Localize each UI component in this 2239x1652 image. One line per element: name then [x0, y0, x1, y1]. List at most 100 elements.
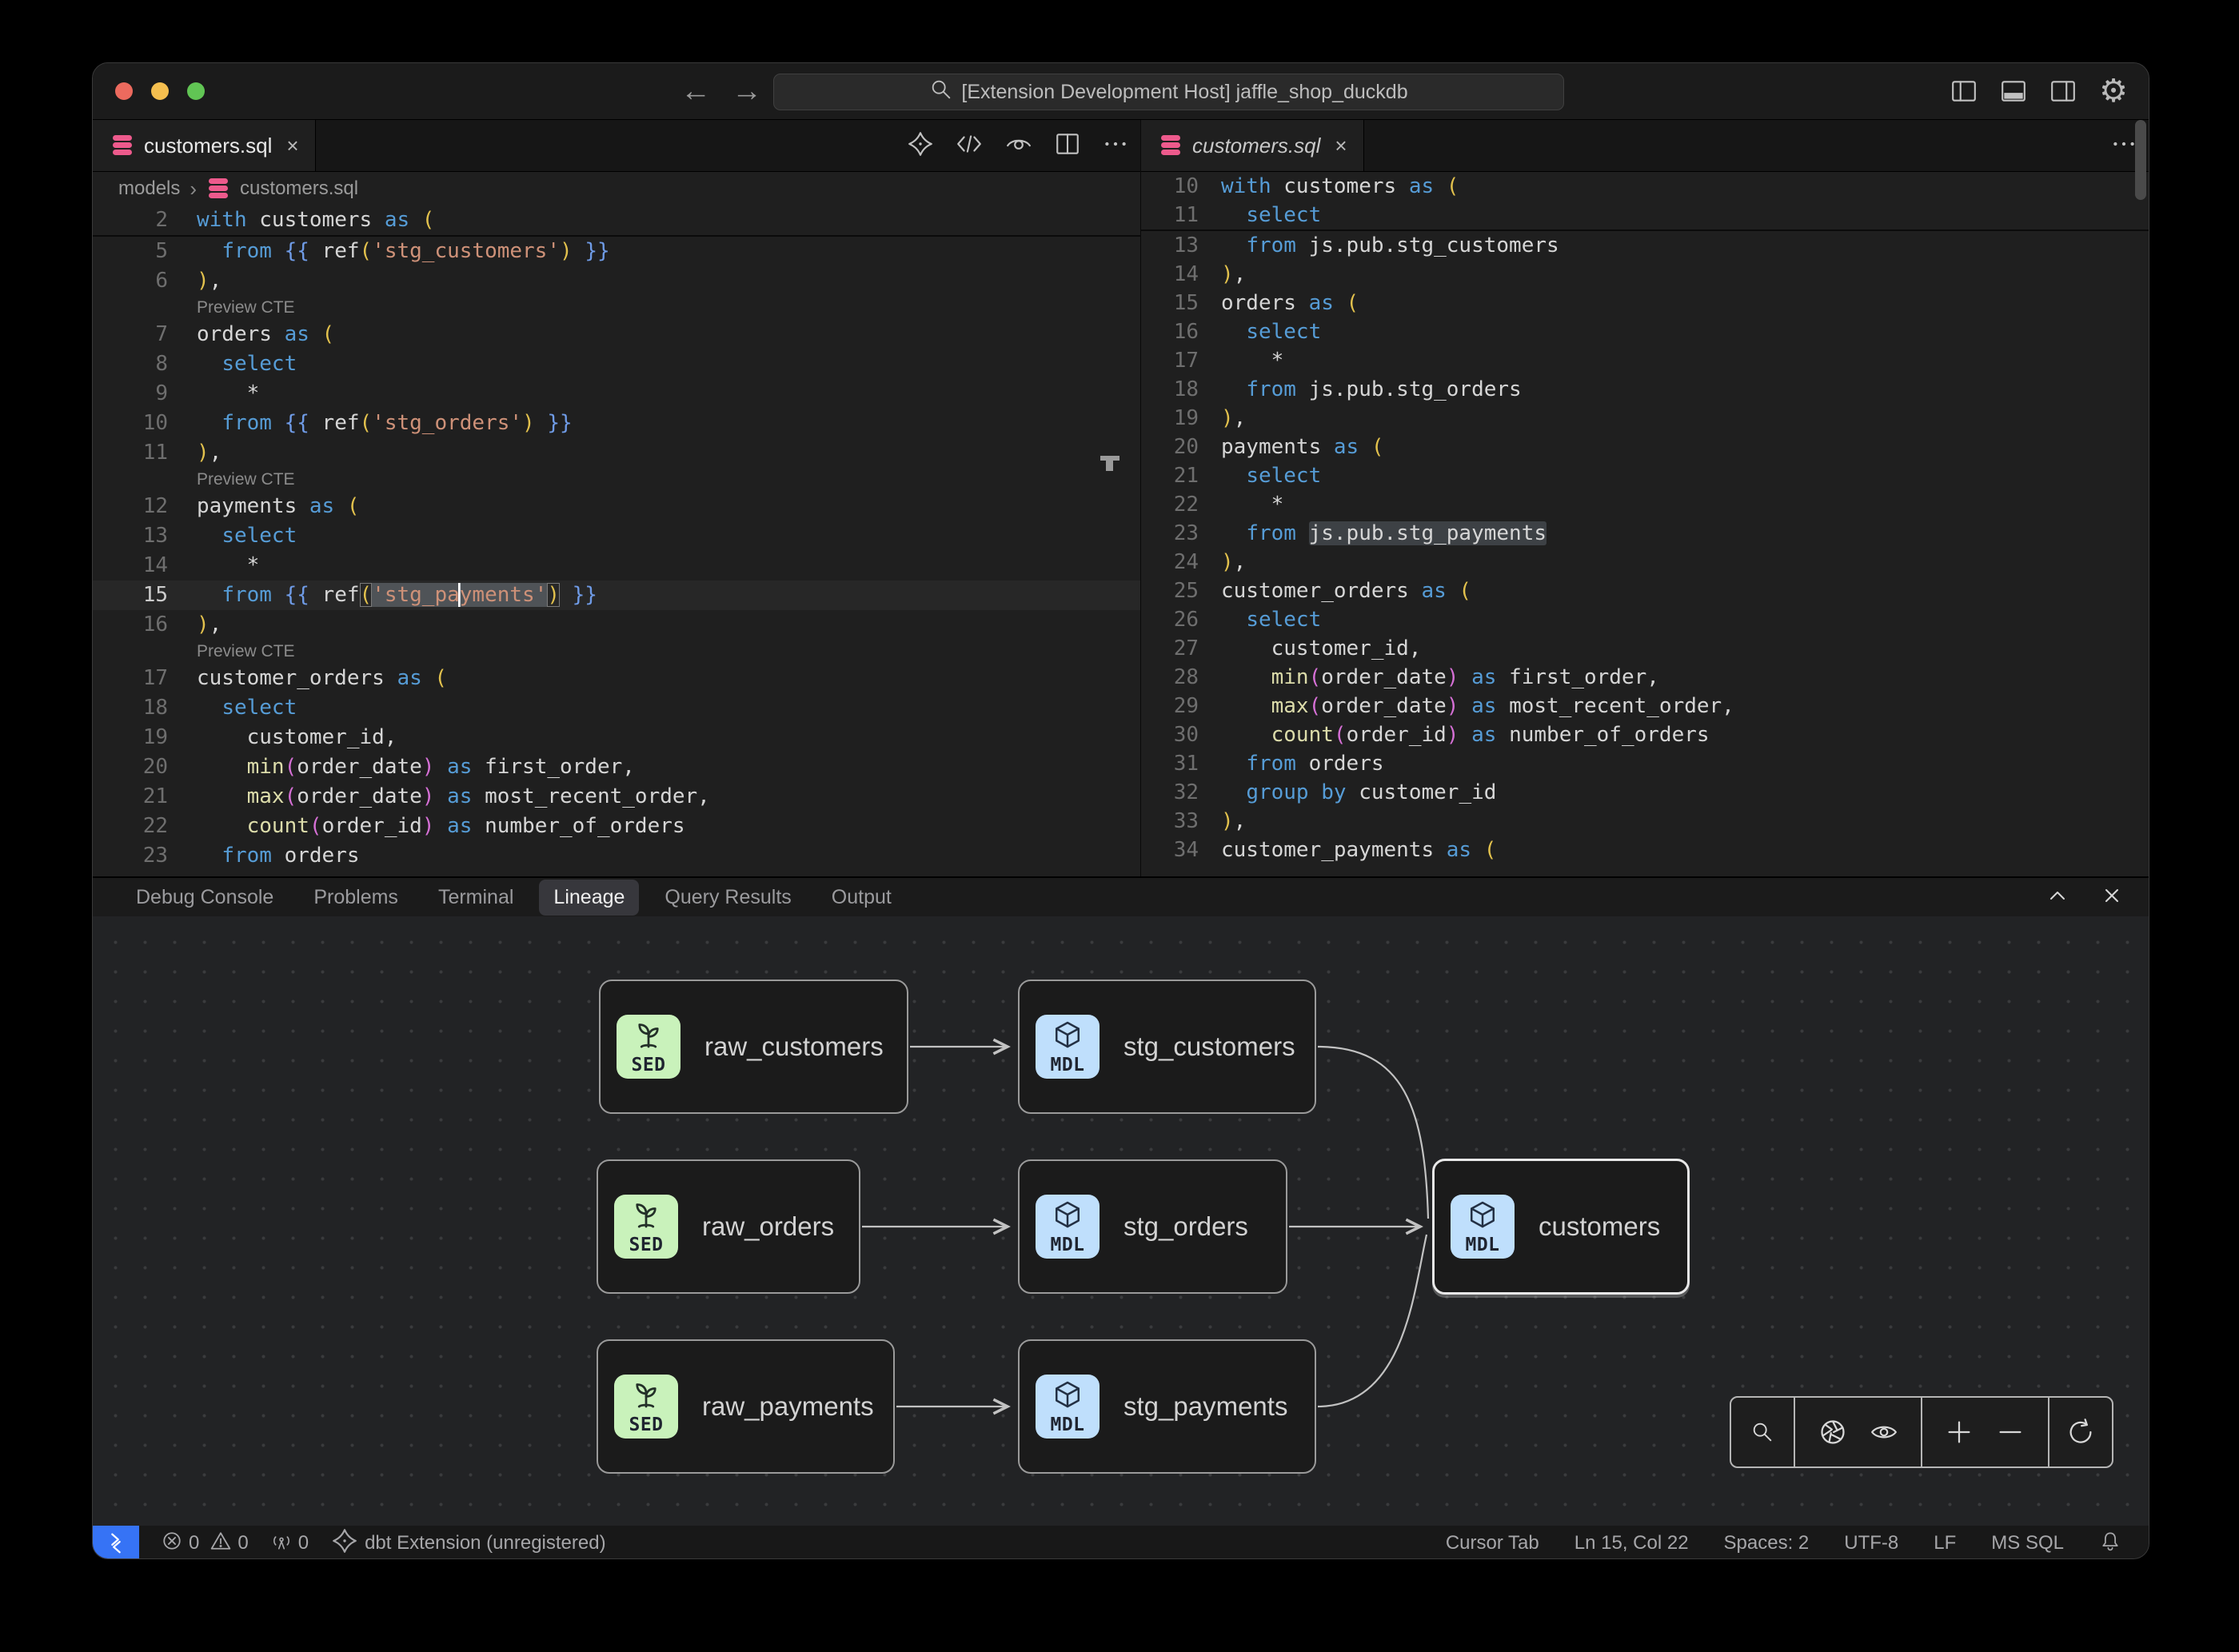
- lineage-node-stg_payments[interactable]: MDLstg_payments: [1018, 1339, 1316, 1474]
- codelens-preview-cte[interactable]: Preview CTE: [93, 296, 1140, 320]
- code-line-17[interactable]: 17 *: [1141, 346, 2149, 375]
- plus-icon[interactable]: [1945, 1418, 1974, 1446]
- code-line-12[interactable]: 12payments as (: [93, 492, 1140, 521]
- dbt-icon[interactable]: [907, 130, 934, 162]
- refresh-icon[interactable]: [2066, 1418, 2095, 1446]
- sticky-scroll[interactable]: 10with customers as (11 select: [1141, 172, 2149, 231]
- eye-icon[interactable]: [1870, 1419, 1898, 1446]
- code-line-18[interactable]: 18 from js.pub.stg_orders: [1141, 375, 2149, 404]
- code-line-10[interactable]: 10 from {{ ref('stg_orders') }}: [93, 409, 1140, 438]
- panel-tab-query-results[interactable]: Query Results: [650, 880, 805, 916]
- gear-icon[interactable]: ⚙: [2099, 75, 2128, 107]
- codelens-preview-cte[interactable]: Preview CTE: [93, 468, 1140, 492]
- code-line-18[interactable]: 18 select: [93, 693, 1140, 723]
- lineage-node-stg_customers[interactable]: MDLstg_customers: [1018, 980, 1316, 1114]
- code-line-21[interactable]: 21 max(order_date) as most_recent_order,: [93, 782, 1140, 812]
- code-line-9[interactable]: 9 *: [93, 379, 1140, 409]
- code-line-25[interactable]: 25customer_orders as (: [1141, 577, 2149, 605]
- status-item-cursor-tab[interactable]: Cursor Tab: [1446, 1532, 1539, 1554]
- lineage-node-raw_orders[interactable]: SEDraw_orders: [597, 1159, 860, 1294]
- panel-tab-output[interactable]: Output: [817, 880, 906, 916]
- code-line-23[interactable]: 23 from js.pub.stg_payments: [1141, 519, 2149, 548]
- code-line-26[interactable]: 26 select: [1141, 605, 2149, 634]
- search-icon[interactable]: [1750, 1420, 1774, 1444]
- code-line-16[interactable]: 16 select: [1141, 317, 2149, 346]
- status-item-warning-icon[interactable]: 0: [210, 1530, 248, 1557]
- status-item-ports-icon[interactable]: 0: [271, 1530, 309, 1557]
- preview-icon[interactable]: [1004, 130, 1033, 162]
- lineage-node-raw_payments[interactable]: SEDraw_payments: [597, 1339, 895, 1474]
- code-line-5[interactable]: 5 from {{ ref('stg_customers') }}: [93, 237, 1140, 266]
- code-line-10[interactable]: 10with customers as (: [1141, 172, 2149, 201]
- layout-sidebar-right-icon[interactable]: [2049, 78, 2077, 105]
- forward-icon[interactable]: →: [732, 74, 762, 109]
- code-line-24[interactable]: 24),: [1141, 548, 2149, 577]
- code-line-21[interactable]: 21 select: [1141, 461, 2149, 490]
- status-item-bell-icon[interactable]: [2099, 1530, 2121, 1558]
- zoom-window-button[interactable]: [187, 82, 205, 100]
- code-line-28[interactable]: 28 min(order_date) as first_order,: [1141, 663, 2149, 692]
- lineage-node-stg_orders[interactable]: MDLstg_orders: [1018, 1159, 1287, 1294]
- code-line-19[interactable]: 19),: [1141, 404, 2149, 433]
- sticky-scroll[interactable]: 2with customers as (: [93, 206, 1140, 237]
- code-line-13[interactable]: 13 from js.pub.stg_customers: [1141, 231, 2149, 260]
- code-line-16[interactable]: 16),: [93, 610, 1140, 640]
- code-line-30[interactable]: 30 count(order_id) as number_of_orders: [1141, 720, 2149, 749]
- code-line-11[interactable]: 11 select: [1141, 201, 2149, 229]
- code-icon[interactable]: [955, 130, 984, 162]
- status-item-dbt-icon[interactable]: dbt Extension (unregistered): [331, 1527, 606, 1560]
- code-line-15[interactable]: 15orders as (: [1141, 289, 2149, 317]
- minus-icon[interactable]: [1996, 1418, 2025, 1446]
- minimize-window-button[interactable]: [151, 82, 169, 100]
- code-line-23[interactable]: 23 from orders: [93, 841, 1140, 871]
- layout-sidebar-left-icon[interactable]: [1950, 78, 1978, 105]
- panel-tab-debug-console[interactable]: Debug Console: [122, 880, 288, 916]
- status-item-error-icon[interactable]: 0: [162, 1530, 199, 1557]
- split-editor-icon[interactable]: [1054, 130, 1081, 162]
- status-item-ln-15-col-22[interactable]: Ln 15, Col 22: [1574, 1532, 1689, 1554]
- code-line-2[interactable]: 2with customers as (: [93, 206, 1140, 235]
- panel-tab-terminal[interactable]: Terminal: [424, 880, 528, 916]
- code-line-22[interactable]: 22 *: [1141, 490, 2149, 519]
- code-line-11[interactable]: 11),: [93, 438, 1140, 468]
- command-center-search[interactable]: [Extension Development Host] jaffle_shop…: [773, 74, 1564, 110]
- code-line-22[interactable]: 22 count(order_id) as number_of_orders: [93, 812, 1140, 841]
- breadcrumb[interactable]: models › customers.sql: [93, 172, 1140, 206]
- lineage-node-raw_customers[interactable]: SEDraw_customers: [599, 980, 908, 1114]
- code-editor-left[interactable]: 2with customers as (5 from {{ ref('stg_c…: [93, 206, 1140, 871]
- chevron-up-icon[interactable]: [2045, 883, 2070, 912]
- code-line-27[interactable]: 27 customer_id,: [1141, 634, 2149, 663]
- code-line-14[interactable]: 14),: [1141, 260, 2149, 289]
- code-line-8[interactable]: 8 select: [93, 349, 1140, 379]
- close-tab-icon[interactable]: ×: [1335, 134, 1347, 158]
- code-line-31[interactable]: 31 from orders: [1141, 749, 2149, 778]
- close-window-button[interactable]: [115, 82, 133, 100]
- code-line-15[interactable]: 15 from {{ ref('stg_payments') }}: [93, 581, 1140, 610]
- aperture-icon[interactable]: [1818, 1418, 1847, 1446]
- code-line-34[interactable]: 34customer_payments as (: [1141, 836, 2149, 864]
- code-line-7[interactable]: 7orders as (: [93, 320, 1140, 349]
- code-line-19[interactable]: 19 customer_id,: [93, 723, 1140, 752]
- code-line-29[interactable]: 29 max(order_date) as most_recent_order,: [1141, 692, 2149, 720]
- more-actions-icon[interactable]: [1102, 130, 1129, 162]
- code-line-14[interactable]: 14 *: [93, 551, 1140, 581]
- codelens-preview-cte[interactable]: Preview CTE: [93, 640, 1140, 664]
- close-tab-icon[interactable]: ×: [286, 134, 298, 158]
- scrollbar-thumb[interactable]: [2135, 120, 2146, 200]
- code-line-6[interactable]: 6),: [93, 266, 1140, 296]
- code-line-20[interactable]: 20 min(order_date) as first_order,: [93, 752, 1140, 782]
- close-icon[interactable]: [2099, 883, 2125, 912]
- lineage-node-customers[interactable]: MDLcustomers: [1432, 1159, 1690, 1295]
- code-line-17[interactable]: 17customer_orders as (: [93, 664, 1140, 693]
- layout-panel-icon[interactable]: [2000, 78, 2027, 105]
- status-item-utf-8[interactable]: UTF-8: [1844, 1532, 1898, 1554]
- code-line-13[interactable]: 13 select: [93, 521, 1140, 551]
- tab-customers-sql[interactable]: customers.sql ×: [93, 120, 316, 171]
- lineage-canvas[interactable]: SEDraw_customers MDLstg_customers SEDraw_o…: [93, 916, 2149, 1526]
- remote-indicator[interactable]: [93, 1526, 139, 1559]
- more-actions-icon[interactable]: [2110, 130, 2137, 162]
- status-item-spaces-2[interactable]: Spaces: 2: [1724, 1532, 1810, 1554]
- code-line-33[interactable]: 33),: [1141, 807, 2149, 836]
- code-editor-right[interactable]: 10with customers as (11 select13 from js…: [1141, 172, 2149, 864]
- status-item-ms-sql[interactable]: MS SQL: [1991, 1532, 2064, 1554]
